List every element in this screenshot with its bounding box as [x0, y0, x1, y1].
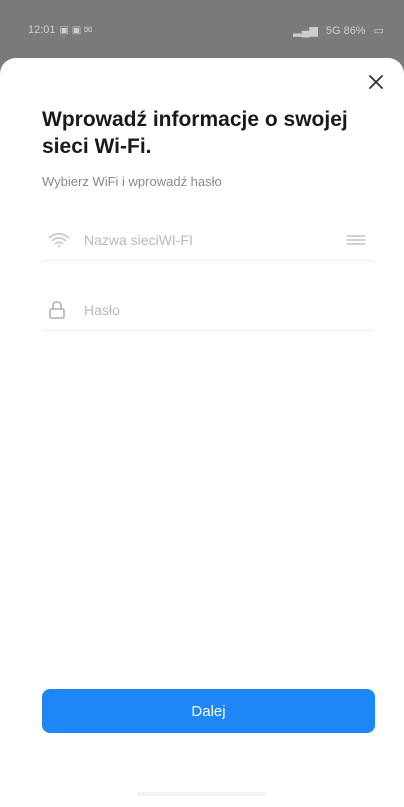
wifi-name-field — [42, 220, 374, 261]
next-button[interactable]: Dalej — [42, 689, 375, 733]
wifi-icon — [48, 229, 74, 251]
wifi-name-input[interactable] — [84, 232, 342, 248]
page-subtitle: Wybierz WiFi i wprowadź hasło — [42, 174, 222, 189]
wifi-setup-sheet: Wprowadź informacje o swojej sieci Wi-Fi… — [0, 58, 404, 807]
status-bar: 12:01 ▣ ▣ ✉ ▂▄▆ 5G 86% ▭ — [0, 0, 404, 60]
password-field — [42, 290, 374, 331]
page-title: Wprowadź informacje o swojej sieci Wi-Fi… — [42, 108, 348, 158]
password-input[interactable] — [84, 302, 374, 318]
network-list-button[interactable] — [342, 228, 370, 252]
status-right: ▂▄▆ 5G 86% ▭ — [293, 24, 384, 38]
home-indicator — [137, 792, 267, 796]
close-icon — [369, 75, 383, 89]
status-time: 12:01 — [28, 24, 56, 36]
lock-icon — [48, 299, 74, 321]
close-button[interactable] — [364, 70, 388, 94]
signal-icon: ▂▄▆ — [293, 25, 318, 37]
network-list-icon — [346, 235, 366, 245]
status-network: 5G 86% — [325, 24, 366, 37]
notification-icons: ▣ ▣ ✉ — [59, 24, 93, 36]
status-left: 12:01 ▣ ▣ ✉ — [28, 24, 92, 36]
battery-icon: ▭ — [373, 25, 384, 37]
